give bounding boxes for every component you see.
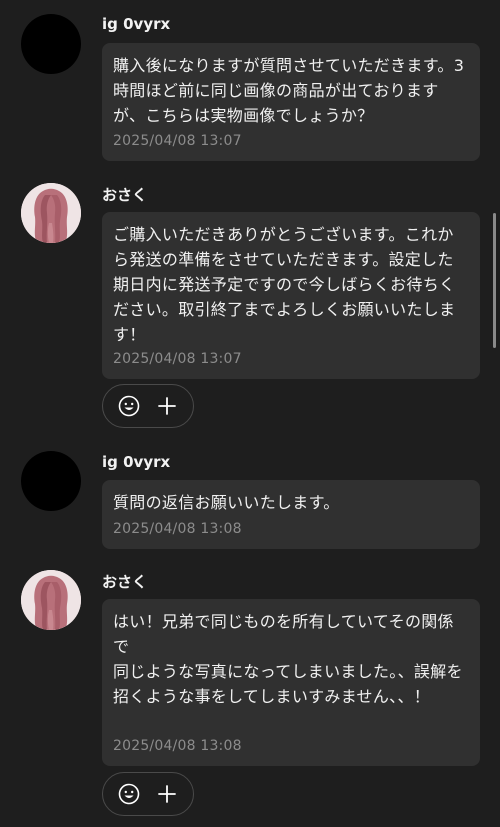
message-bubble: 質問の返信お願いいたします。 2025/04/08 13:08 [102,480,480,549]
reaction-bar [102,772,194,816]
avatar[interactable] [21,183,81,243]
avatar[interactable] [21,451,81,511]
smiley-icon [118,395,140,417]
message-bubble: ご購入いただきありがとうございます。これから発送の準備をさせていただきます。設定… [102,212,480,379]
message-timestamp: 2025/04/08 13:08 [113,521,242,537]
avatar[interactable] [21,14,81,74]
message-text: 質問の返信お願いいたします。 [113,493,340,512]
sender-name: ig 0vyrx [102,15,171,33]
message-text: はい！兄弟で同じものを所有していてその関係で 同じような写真になってしまいました… [113,612,463,706]
react-button[interactable] [117,782,141,806]
message-timestamp: 2025/04/08 13:07 [113,351,242,367]
sender-name: おさく [102,573,148,591]
avatar[interactable] [21,570,81,630]
message-timestamp: 2025/04/08 13:08 [113,738,242,754]
message-text: ご購入いただきありがとうございます。これから発送の準備をさせていただきます。設定… [113,225,456,344]
add-reaction-button[interactable] [155,394,179,418]
message-timestamp: 2025/04/08 13:07 [113,133,242,149]
message-bubble: はい！兄弟で同じものを所有していてその関係で 同じような写真になってしまいました… [102,599,480,766]
plus-icon [158,397,176,415]
avatar-photo-icon [21,570,81,630]
scrollbar[interactable] [493,213,496,348]
avatar-photo-icon [21,183,81,243]
chat-thread: ig 0vyrx 購入後になりますが質問させていただきます。3時間ほど前に同じ画… [0,0,500,827]
smiley-icon [118,783,140,805]
plus-icon [158,785,176,803]
message-text: 購入後になりますが質問させていただきます。3時間ほど前に同じ画像の商品が出ており… [113,56,465,125]
add-reaction-button[interactable] [155,782,179,806]
message-bubble: 購入後になりますが質問させていただきます。3時間ほど前に同じ画像の商品が出ており… [102,43,480,161]
reaction-bar [102,384,194,428]
sender-name: おさく [102,186,148,204]
react-button[interactable] [117,394,141,418]
sender-name: ig 0vyrx [102,453,171,471]
